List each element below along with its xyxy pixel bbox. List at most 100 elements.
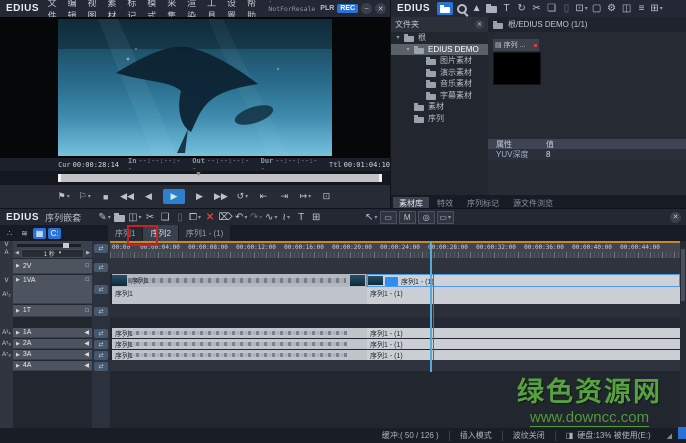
expand-icon[interactable]: ▶	[16, 330, 20, 336]
clip-sequence1-copy-audio[interactable]: 序列1 - (1)	[367, 287, 680, 304]
copy-icon[interactable]: ❏	[545, 2, 558, 15]
copy-icon[interactable]: ❏	[159, 211, 172, 224]
refresh-icon[interactable]: ↻	[515, 2, 528, 15]
export-frame-button[interactable]: ⊡	[320, 190, 333, 203]
patch-video[interactable]: V	[0, 278, 13, 284]
track-1t-lane[interactable]	[110, 304, 680, 317]
add-audio-fade-icon[interactable]: ≀▾	[280, 211, 293, 224]
track-mute-icon[interactable]: □	[85, 308, 89, 314]
track-speaker-icon[interactable]: ◀	[84, 362, 89, 369]
playhead-line[interactable]	[430, 241, 432, 372]
timeline-mode-button-2[interactable]: M	[399, 211, 416, 224]
goto-in-button[interactable]: ⇤	[257, 190, 270, 203]
search-icon[interactable]	[455, 2, 468, 15]
tab-sequence-1-copy[interactable]: 序列1 - (1)	[179, 225, 230, 241]
scrollbar-thumb[interactable]	[681, 249, 685, 301]
patch-link-icon[interactable]: ⇄	[94, 329, 108, 338]
patch-a-top[interactable]: A	[0, 250, 13, 256]
add-transition-icon[interactable]: ∿▾	[265, 211, 278, 224]
caret-icon[interactable]: ▾	[395, 34, 401, 41]
track-mute-icon[interactable]: □	[85, 277, 89, 283]
properties-icon[interactable]: ◫	[620, 2, 633, 15]
timeline-zoom-slider[interactable]	[17, 244, 81, 247]
track-header-3a[interactable]: ▶3A◀	[13, 350, 92, 360]
folder-view-button[interactable]	[437, 2, 453, 15]
loop-button[interactable]: ↺▾	[236, 190, 249, 203]
close-icon[interactable]: ✕	[670, 212, 681, 223]
track-header-4a[interactable]: ▶4A◀	[13, 361, 92, 371]
track-patch-button[interactable]: C:	[48, 228, 61, 239]
track-speaker-icon[interactable]: ◀	[84, 329, 89, 336]
patch-v-top[interactable]: V	[0, 242, 13, 248]
track-2v-lane[interactable]	[110, 258, 680, 274]
tree-item-edius-demo[interactable]: ▾EDIUS DEMO	[391, 44, 488, 56]
tab-source-browser[interactable]: 源文件浏览	[507, 197, 559, 208]
new-sequence-icon[interactable]: ✎▾	[98, 211, 111, 224]
tree-item-demo-assets[interactable]: 演示素材	[391, 67, 488, 79]
clip-3a-sequence1-copy[interactable]: 序列1 - (1)	[367, 350, 680, 360]
tree-item-root[interactable]: ▾根	[391, 32, 488, 44]
clip-2a-sequence1-copy[interactable]: 序列1 - (1)	[367, 339, 680, 349]
cut-icon[interactable]: ✂	[144, 211, 157, 224]
clip-3a-sequence1[interactable]: 序列1	[112, 350, 367, 360]
sync-lock-button[interactable]: ▦	[33, 228, 46, 239]
add-title-icon[interactable]: T	[500, 2, 513, 15]
rec-mode-button[interactable]: REC	[337, 4, 358, 13]
next-edit-button[interactable]: ↦▾	[299, 190, 312, 203]
tree-item-sequences[interactable]: 序列	[391, 113, 488, 125]
expand-icon[interactable]: ▶	[16, 277, 20, 283]
expand-icon[interactable]: ▶	[16, 363, 20, 369]
tree-item-subtitle-assets[interactable]: 字幕素材	[391, 90, 488, 102]
patch-audio-56[interactable]: A⁵₆	[0, 341, 13, 347]
stop-button[interactable]: ■	[99, 190, 112, 203]
track-speaker-icon[interactable]: ◀	[84, 340, 89, 347]
clip-1a-sequence1[interactable]: 序列1	[112, 328, 367, 338]
scrub-position-marker[interactable]: ▼	[195, 171, 202, 178]
timeline-vertical-scrollbar[interactable]	[680, 241, 686, 428]
ripple-delete-icon[interactable]: ⌦	[219, 211, 233, 224]
open-project-icon[interactable]: ▾	[113, 211, 126, 224]
tree-item-assets[interactable]: 素材	[391, 101, 488, 113]
minimize-icon[interactable]: –	[361, 3, 372, 14]
fast-forward-button[interactable]: ▶▶	[214, 190, 228, 203]
expand-icon[interactable]: ▶	[16, 352, 20, 358]
set-out-marker-icon[interactable]: ⚐▾	[78, 190, 91, 203]
tree-item-music-assets[interactable]: 音乐素材	[391, 78, 488, 90]
tab-bin[interactable]: 素材库	[393, 197, 429, 208]
folder-pane-close-icon[interactable]: ✕	[475, 20, 484, 29]
next-frame-button[interactable]: ▶	[193, 190, 206, 203]
expand-icon[interactable]: ▶	[16, 263, 20, 269]
timeline-mode-button-3[interactable]: ◎	[418, 211, 435, 224]
set-in-marker-icon[interactable]: ⚑▾	[57, 190, 70, 203]
clip-sequence1-audio[interactable]: 序列1	[112, 287, 367, 304]
track-header-1va[interactable]: ▶1VA□	[13, 275, 92, 304]
snap-mode-icon[interactable]: ∴	[3, 228, 16, 239]
patch-audio-34[interactable]: A³₄	[0, 330, 13, 336]
track-header-1t[interactable]: ▶1T□	[13, 305, 92, 317]
undo-icon[interactable]: ↶▾	[235, 211, 248, 224]
ripple-mode-icon[interactable]: ≋	[18, 228, 31, 239]
tree-item-image-assets[interactable]: 图片素材	[391, 55, 488, 67]
goto-out-button[interactable]: ⇥	[278, 190, 291, 203]
thumbnail-view-icon[interactable]: ⊞▾	[650, 2, 663, 15]
plr-mode-label[interactable]: PLR	[320, 5, 334, 12]
caret-icon[interactable]: ▾	[405, 46, 411, 53]
tab-sequence-marker[interactable]: 序列标记	[461, 197, 505, 208]
close-icon[interactable]: ✕	[375, 3, 386, 14]
patch-audio-78[interactable]: A⁷₈	[0, 352, 13, 358]
patch-link-icon[interactable]: ⇄	[94, 351, 108, 360]
cut-icon[interactable]: ✂	[530, 2, 543, 15]
patch-link-icon[interactable]: ⇄	[94, 244, 108, 253]
delete-icon[interactable]: ✕	[204, 211, 217, 224]
track-speaker-icon[interactable]: ◀	[84, 351, 89, 358]
new-folder-icon[interactable]	[485, 2, 498, 15]
clip-sequence1-copy-video-selected[interactable]: 序列1 - (1)	[367, 274, 680, 287]
zoom-value-dropdown[interactable]: 1 秒 ▾	[21, 249, 84, 258]
replace-icon[interactable]: ⧠▾	[189, 211, 202, 224]
redo-icon[interactable]: ↷▾	[250, 211, 263, 224]
patch-link-icon[interactable]: ⇄	[94, 362, 108, 371]
scrub-bar[interactable]: ▼	[58, 174, 382, 182]
paste-icon[interactable]: ▯	[174, 211, 187, 224]
patch-link-icon[interactable]: ⇄	[94, 340, 108, 349]
timeline-mode-button-1[interactable]: ▭	[380, 211, 397, 224]
